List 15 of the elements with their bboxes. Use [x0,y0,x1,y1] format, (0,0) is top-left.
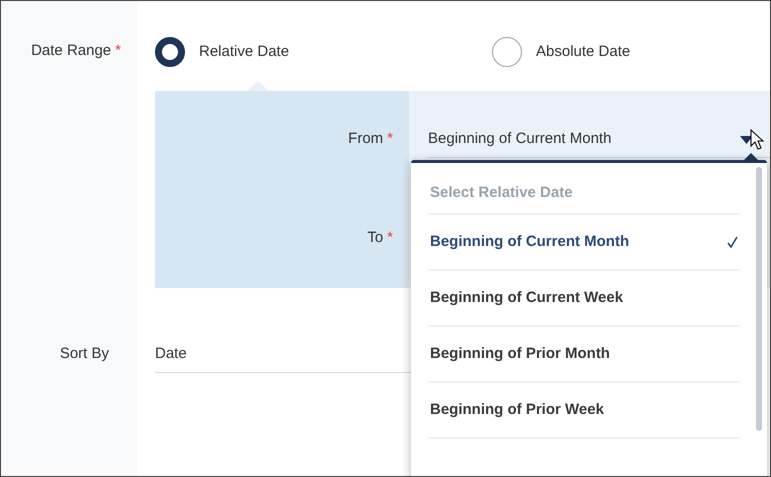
field-label: Date Range [31,42,112,59]
field-label: From [348,130,384,147]
required-mark: * [387,229,393,246]
check-icon [727,236,738,248]
field-label: To [367,229,384,246]
menu-header: Select Relative Date [429,183,573,203]
radio-option[interactable]: Absolute Date [492,37,630,67]
caret-icon[interactable] [740,136,753,144]
required-mark: * [115,42,121,59]
scrollbar-thumb[interactable] [756,167,762,431]
select-field[interactable]: Date [155,344,411,373]
required-mark: * [387,130,393,147]
radio-option[interactable]: Relative Date [155,37,492,67]
field-label: Sort By [60,345,109,362]
cursor-icon [750,129,764,151]
